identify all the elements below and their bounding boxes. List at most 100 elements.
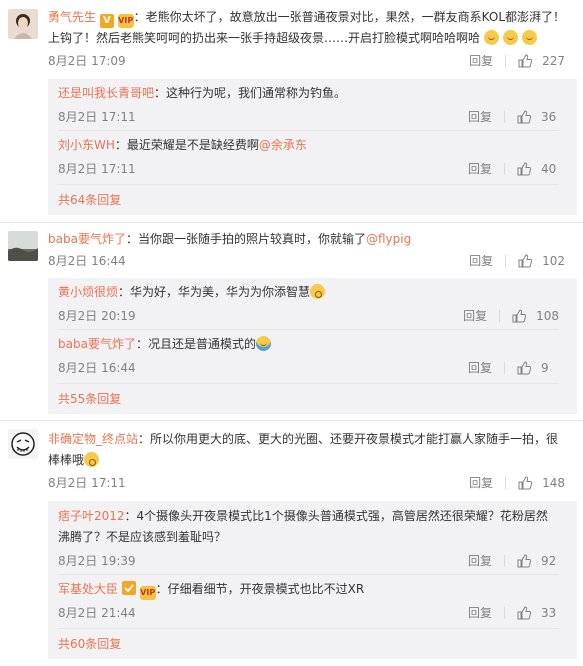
comment-body: ：老熊你太坏了，故意放出一张普通夜景对比，果然，一群友商系KOL都澎湃了！ bbox=[133, 10, 566, 24]
reply-text: 黄小烦很烦：华为好，华为美，华为为你添智慧 bbox=[58, 282, 559, 303]
thumbs-up-icon[interactable] bbox=[518, 254, 533, 268]
reply-actions: 回复 40 bbox=[468, 158, 559, 180]
like-count: 108 bbox=[536, 309, 559, 323]
timestamp: 8月2日 19:39 bbox=[58, 554, 136, 568]
reply-text: baba要气炸了：况且还是普通模式的 bbox=[58, 334, 559, 355]
mention-link[interactable]: @flypig bbox=[366, 232, 411, 246]
reply-button[interactable]: 回复 bbox=[469, 472, 505, 494]
more-replies-link[interactable]: 共55条回复 bbox=[58, 389, 121, 409]
comment-body: ：当你跟一张随手拍的照片较真时，你就输了 bbox=[125, 232, 366, 246]
divider bbox=[58, 383, 559, 384]
vip-badge-icon: VIP bbox=[139, 586, 156, 600]
username-link[interactable]: 勇气先生 bbox=[48, 10, 96, 24]
reply-body: ：这种行为呢，我们通常称为钓鱼。 bbox=[154, 86, 347, 100]
divider bbox=[504, 607, 505, 619]
thumbs-up-icon[interactable] bbox=[517, 361, 531, 375]
username-link[interactable]: 非确定物_终点站 bbox=[48, 432, 138, 446]
reply-item: 痞子叶2012：4个摄像头开夜景模式比1个摄像头普通模式强，高管居然还很荣耀？花… bbox=[58, 506, 559, 574]
divider bbox=[505, 55, 507, 67]
like-count: 33 bbox=[541, 606, 557, 620]
divider bbox=[505, 477, 507, 489]
reply-button[interactable]: 回复 bbox=[468, 158, 504, 180]
thumbs-up-icon[interactable] bbox=[517, 110, 531, 124]
reply-item: 刘小东WH：最近荣耀是不是缺经费啊@余承东 8月2日 17:11 回复 40 bbox=[58, 135, 559, 183]
like-count: 92 bbox=[541, 554, 557, 568]
smile-emoji-icon bbox=[483, 30, 499, 45]
smile-emoji-icon bbox=[502, 30, 518, 45]
reply-meta: 8月2日 20:19 回复 108 bbox=[58, 305, 559, 327]
sweat-emoji-icon bbox=[255, 336, 271, 351]
username-link[interactable]: 军基处大臣 bbox=[58, 582, 118, 596]
reply-actions: 回复 92 bbox=[468, 550, 559, 572]
username-link[interactable]: 刘小东WH bbox=[58, 138, 115, 152]
reply-actions: 回复 36 bbox=[468, 106, 559, 128]
reply-body-cont: 沸腾了？不是应该感到羞耻吗？ bbox=[58, 530, 227, 544]
like-count: 227 bbox=[542, 54, 565, 68]
divider bbox=[504, 111, 505, 123]
comment-text: 勇气先生 V VIP：老熊你太坏了，故意放出一张普通夜景对比，果然，一群友商系K… bbox=[48, 7, 569, 49]
reply-button[interactable]: 回复 bbox=[468, 550, 504, 572]
like-count: 9 bbox=[541, 361, 549, 375]
username-link[interactable]: 痞子叶2012 bbox=[58, 509, 125, 523]
reply-text: 刘小东WH：最近荣耀是不是缺经费啊@余承东 bbox=[58, 135, 559, 156]
reply-actions: 回复 108 bbox=[463, 305, 559, 327]
reply-button[interactable]: 回复 bbox=[468, 602, 504, 624]
reply-button[interactable]: 回复 bbox=[468, 357, 504, 379]
reply-text: 军基处大臣 VIP：仔细看细节，开夜景模式也比不过XR bbox=[58, 579, 559, 600]
username-link[interactable]: 黄小烦很烦 bbox=[58, 285, 118, 299]
reply-meta: 8月2日 17:11 回复 36 bbox=[58, 106, 559, 128]
reply-button[interactable]: 回复 bbox=[469, 250, 505, 272]
timestamp: 8月2日 17:09 bbox=[48, 54, 126, 68]
thumbs-up-icon[interactable] bbox=[517, 162, 531, 176]
reply-meta: 8月2日 17:11 回复 40 bbox=[58, 158, 559, 180]
avatar[interactable] bbox=[8, 231, 38, 261]
reply-body: ：仔细看细节，开夜景模式也比不过XR bbox=[155, 582, 365, 596]
divider bbox=[58, 574, 559, 575]
thread-divider bbox=[0, 222, 583, 223]
username-link[interactable]: baba要气炸了 bbox=[48, 232, 126, 246]
comment-actions: 回复 227 bbox=[469, 50, 565, 72]
like-count: 40 bbox=[541, 162, 557, 176]
thumbs-up-icon[interactable] bbox=[518, 476, 533, 490]
comment-body-cont: 上钩了！然后老熊笑呵呵的扔出来一张手持超级夜景……开启打脸模式啊哈哈啊哈 bbox=[48, 31, 481, 45]
comment-meta: 8月2日 16:44 回复 102 bbox=[48, 250, 565, 272]
like-count: 36 bbox=[541, 110, 557, 124]
thumbs-up-icon[interactable] bbox=[512, 309, 527, 323]
divider bbox=[58, 130, 559, 131]
thread-divider bbox=[0, 420, 583, 421]
reply-text: 还是叫我长青哥吧：这种行为呢，我们通常称为钓鱼。 bbox=[58, 83, 559, 104]
reply-meta: 8月2日 16:44 回复 9 bbox=[58, 357, 559, 379]
timestamp: 8月2日 17:11 bbox=[58, 162, 136, 176]
verified-icon: V bbox=[99, 14, 114, 28]
thumbs-up-icon[interactable] bbox=[518, 54, 533, 68]
username-link[interactable]: baba要气炸了 bbox=[58, 337, 136, 351]
more-replies-link[interactable]: 共64条回复 bbox=[58, 190, 121, 210]
divider bbox=[58, 329, 559, 330]
surprised-emoji-icon bbox=[310, 284, 326, 299]
timestamp: 8月2日 16:44 bbox=[48, 254, 126, 268]
reply-button[interactable]: 回复 bbox=[463, 305, 499, 327]
thumbs-up-icon[interactable] bbox=[517, 554, 531, 568]
comment-actions: 回复 148 bbox=[469, 472, 565, 494]
mention-link[interactable]: @余承东 bbox=[259, 138, 307, 152]
comment-text: baba要气炸了：当你跟一张随手拍的照片较真时，你就输了@flypig bbox=[48, 229, 569, 250]
comment-body: ：所以你用更大的底、更大的光圈、还要开夜景模式才能打赢人家随手一拍，很 bbox=[138, 432, 559, 446]
reply-actions: 回复 9 bbox=[468, 357, 559, 379]
timestamp: 8月2日 21:44 bbox=[58, 606, 136, 620]
shush-emoji-icon bbox=[84, 452, 100, 467]
avatar[interactable] bbox=[8, 9, 38, 39]
username-link[interactable]: 还是叫我长青哥吧 bbox=[58, 86, 154, 100]
more-replies-link[interactable]: 共60条回复 bbox=[58, 634, 121, 654]
divider bbox=[504, 555, 505, 567]
avatar[interactable] bbox=[8, 429, 38, 459]
reply-item: baba要气炸了：况且还是普通模式的 8月2日 16:44 回复 9 bbox=[58, 334, 559, 382]
timestamp: 8月2日 17:11 bbox=[58, 110, 136, 124]
divider bbox=[58, 184, 559, 185]
like-count: 102 bbox=[542, 254, 565, 268]
reply-button[interactable]: 回复 bbox=[468, 106, 504, 128]
reply-body: ：4个摄像头开夜景模式比1个摄像头普通模式强，高管居然还很荣耀？花粉居然 bbox=[124, 509, 548, 523]
divider bbox=[504, 163, 505, 175]
thumbs-up-icon[interactable] bbox=[517, 606, 531, 620]
reply-button[interactable]: 回复 bbox=[469, 50, 505, 72]
comment-text: 非确定物_终点站：所以你用更大的底、更大的光圈、还要开夜景模式才能打赢人家随手一… bbox=[48, 429, 569, 471]
